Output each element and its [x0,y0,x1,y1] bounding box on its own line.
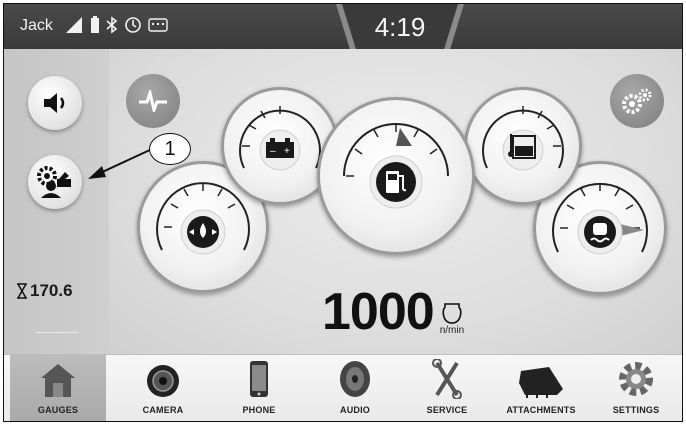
svg-text:–: – [270,146,276,157]
status-bar: Jack 4:19 [4,4,682,50]
clock-icon [125,17,141,33]
hourglass-icon [17,283,27,299]
speaker-icon [44,93,65,113]
tab-attachments[interactable]: ATTACHMENTS [491,355,591,421]
gear-icon [619,362,653,396]
signal-icon [66,17,82,33]
bucket-icon [519,367,563,398]
side-panel: 170.6 [4,49,109,375]
tab-service[interactable]: SERVICE [403,355,491,421]
pulse-icon [139,90,167,112]
home-icon [41,364,75,397]
machine-display: Jack 4:19 170.6 – + 1000 n/min 1 GAUGES … [3,3,683,422]
tab-gauges[interactable]: GAUGES [10,355,106,421]
svg-text:+: + [284,146,290,157]
engine-speed-unit: n/min [439,325,465,336]
settings-shortcut-button[interactable] [610,74,664,128]
battery-icon: – + [266,138,294,158]
divider [36,332,78,333]
tab-settings[interactable]: SETTINGS [591,355,681,421]
clock-time: 4:19 [374,12,426,42]
callout-label: 1 [149,133,191,165]
speaker-icon [340,361,370,397]
fuel-gauge [317,97,475,255]
engine-speed: 1000 n/min [322,286,464,338]
tab-phone[interactable]: PHONE [211,355,307,421]
camera-icon [147,365,179,397]
wrench-icon [432,359,462,399]
operating-hours: 170.6 [16,281,73,301]
bottom-tab-bar: GAUGES CAMERA PHONE AUDIO SERVICE ATTACH… [4,354,682,421]
engine-icon [442,303,462,324]
diagnostics-button[interactable] [126,74,180,128]
phone-icon [250,361,268,397]
hydraulic-temp-icon [508,134,536,159]
tab-audio[interactable]: AUDIO [307,355,403,421]
hours-value: 170.6 [30,281,73,300]
gauge-area: – + 1000 n/min [109,49,682,354]
fuel-pump-icon [376,162,416,202]
machine-settings-button[interactable] [28,155,82,209]
bluetooth-icon [106,16,118,34]
keyboard-icon [148,18,168,32]
user-name: Jack [20,17,53,34]
hydraulic-temp-gauge [464,87,582,205]
machine-settings-icon [37,166,71,198]
gears-icon [622,88,652,114]
engine-speed-value: 1000 [322,283,435,341]
oil-pressure-icon [187,216,219,248]
battery-icon [91,16,99,33]
coolant-temp-icon [584,216,616,248]
volume-button[interactable] [28,76,82,130]
tab-camera[interactable]: CAMERA [115,355,211,421]
